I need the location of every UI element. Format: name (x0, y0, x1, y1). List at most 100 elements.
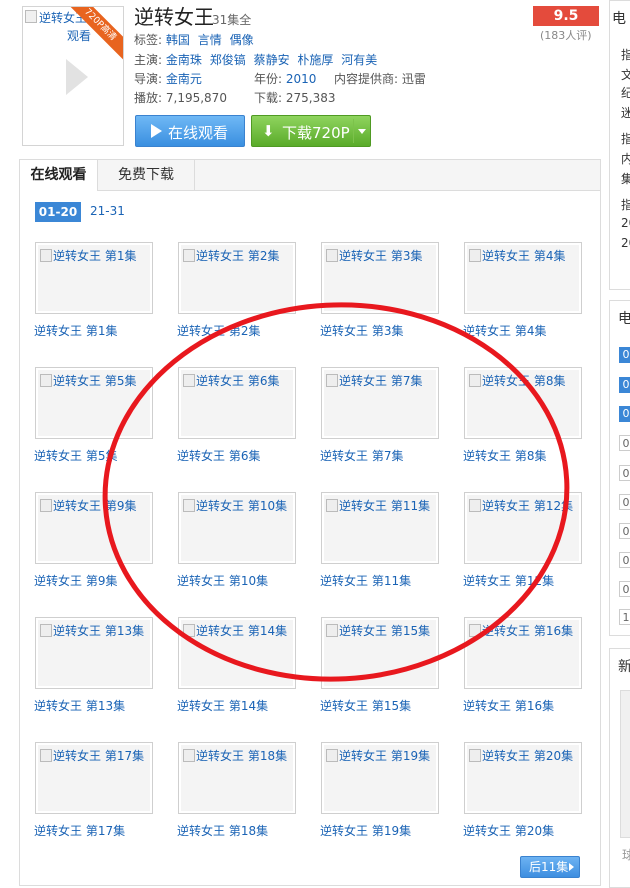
broken-image-icon (326, 249, 338, 262)
episode-thumbnail[interactable]: 逆转女王 第12集 (464, 492, 582, 564)
episode-link[interactable]: 逆转女王 第3集 (320, 322, 403, 339)
episode-item[interactable]: 逆转女王 第17集 逆转女王 第17集 (34, 742, 154, 842)
range-tab-active[interactable]: 01-20 (35, 202, 81, 222)
episode-link[interactable]: 逆转女王 第9集 (34, 572, 117, 589)
episode-link[interactable]: 逆转女王 第2集 (177, 322, 260, 339)
episode-item[interactable]: 逆转女王 第4集 逆转女王 第4集 (463, 242, 583, 342)
episode-link[interactable]: 逆转女王 第12集 (463, 572, 554, 589)
episode-item[interactable]: 逆转女王 第15集 逆转女王 第15集 (320, 617, 440, 717)
tab-download[interactable]: 免费下载 (98, 160, 195, 190)
sidebar-link[interactable]: 内 (621, 150, 630, 167)
year-link[interactable]: 2010 (286, 72, 317, 86)
episode-item[interactable]: 逆转女王 第6集 逆转女王 第6集 (177, 367, 297, 467)
chevron-down-icon[interactable] (358, 129, 366, 134)
cast-link[interactable]: 金南珠 (166, 53, 202, 67)
episode-thumbnail[interactable]: 逆转女王 第5集 (35, 367, 153, 439)
episode-link[interactable]: 逆转女王 第13集 (34, 697, 125, 714)
episode-thumbnail-alt: 逆转女王 第7集 (339, 374, 423, 388)
episode-link[interactable]: 逆转女王 第11集 (320, 572, 411, 589)
episode-link[interactable]: 逆转女王 第8集 (463, 447, 546, 464)
tags-row: 标签: 韩国 言情 偶像 (134, 32, 258, 48)
episode-link[interactable]: 逆转女王 第14集 (177, 697, 268, 714)
watch-online-button[interactable]: 在线观看 (135, 115, 245, 147)
episode-thumbnail[interactable]: 逆转女王 第9集 (35, 492, 153, 564)
episode-item[interactable]: 逆转女王 第20集 逆转女王 第20集 (463, 742, 583, 842)
episode-link[interactable]: 逆转女王 第19集 (320, 822, 411, 839)
sidebar-link[interactable]: 20 (621, 216, 630, 230)
episode-thumbnail[interactable]: 逆转女王 第19集 (321, 742, 439, 814)
episode-link[interactable]: 逆转女王 第7集 (320, 447, 403, 464)
cast-link[interactable]: 蔡静安 (254, 53, 290, 67)
cast-link[interactable]: 朴施厚 (297, 53, 333, 67)
episode-thumbnail[interactable]: 逆转女王 第18集 (178, 742, 296, 814)
sidebar-link[interactable]: 20 (621, 236, 630, 250)
episode-thumbnail[interactable]: 逆转女王 第8集 (464, 367, 582, 439)
episode-item[interactable]: 逆转女王 第12集 逆转女王 第12集 (463, 492, 583, 592)
episodes-total: 31集全 (212, 13, 252, 27)
episode-link[interactable]: 逆转女王 第1集 (34, 322, 117, 339)
episode-thumbnail[interactable]: 逆转女王 第17集 (35, 742, 153, 814)
year-row: 年份: 2010 (254, 71, 320, 87)
episode-thumbnail[interactable]: 逆转女王 第20集 (464, 742, 582, 814)
episode-item[interactable]: 逆转女王 第13集 逆转女王 第13集 (34, 617, 154, 717)
download-button[interactable]: ⬇ 下载720P (251, 115, 371, 147)
episode-thumbnail[interactable]: 逆转女王 第1集 (35, 242, 153, 314)
sidebar-link[interactable]: 集 (621, 170, 630, 187)
episode-item[interactable]: 逆转女王 第10集 逆转女王 第10集 (177, 492, 297, 592)
episode-item[interactable]: 逆转女王 第8集 逆转女王 第8集 (463, 367, 583, 467)
sidebar-link[interactable]: 纪 (621, 84, 630, 101)
broken-image-icon (183, 749, 195, 762)
sidebar-link[interactable]: 迷 (621, 104, 630, 121)
broken-image-icon (469, 749, 481, 762)
rank-number: 1 (619, 609, 630, 625)
episode-link[interactable]: 逆转女王 第6集 (177, 447, 260, 464)
sidebar-thumbnail[interactable] (620, 690, 630, 838)
director-link[interactable]: 金南元 (166, 72, 202, 86)
tag-link[interactable]: 韩国 (166, 33, 190, 47)
poster-image[interactable]: 逆转女王 观看 720P高清 (22, 6, 124, 146)
cast-link[interactable]: 郑俊镐 (210, 53, 246, 67)
tab-online[interactable]: 在线观看 (20, 160, 98, 191)
next-page-button[interactable]: 后11集 (520, 856, 580, 878)
episode-link[interactable]: 逆转女王 第15集 (320, 697, 411, 714)
episode-thumbnail[interactable]: 逆转女王 第3集 (321, 242, 439, 314)
episode-item[interactable]: 逆转女王 第9集 逆转女王 第9集 (34, 492, 154, 592)
tag-link[interactable]: 偶像 (230, 33, 254, 47)
episode-link[interactable]: 逆转女王 第4集 (463, 322, 546, 339)
episode-item[interactable]: 逆转女王 第3集 逆转女王 第3集 (320, 242, 440, 342)
cast-link[interactable]: 河有美 (341, 53, 377, 67)
episode-item[interactable]: 逆转女王 第16集 逆转女王 第16集 (463, 617, 583, 717)
episode-thumbnail-alt: 逆转女王 第14集 (196, 624, 288, 638)
episode-link[interactable]: 逆转女王 第18集 (177, 822, 268, 839)
episode-item[interactable]: 逆转女王 第5集 逆转女王 第5集 (34, 367, 154, 467)
episode-thumbnail[interactable]: 逆转女王 第14集 (178, 617, 296, 689)
episode-link[interactable]: 逆转女王 第20集 (463, 822, 554, 839)
episode-thumbnail[interactable]: 逆转女王 第15集 (321, 617, 439, 689)
episode-thumbnail[interactable]: 逆转女王 第16集 (464, 617, 582, 689)
episode-link[interactable]: 逆转女王 第10集 (177, 572, 268, 589)
rank-number: 0 (619, 465, 630, 481)
sidebar-link[interactable]: 文 (621, 66, 630, 83)
sidebar-text: 指 (621, 48, 630, 62)
episode-item[interactable]: 逆转女王 第18集 逆转女王 第18集 (177, 742, 297, 842)
episode-link[interactable]: 逆转女王 第17集 (34, 822, 125, 839)
episode-item[interactable]: 逆转女王 第7集 逆转女王 第7集 (320, 367, 440, 467)
range-tab[interactable]: 21-31 (90, 204, 125, 218)
provider-label: 内容提供商: (334, 72, 399, 86)
episode-thumbnail[interactable]: 逆转女王 第6集 (178, 367, 296, 439)
episode-link[interactable]: 逆转女王 第5集 (34, 447, 117, 464)
episode-item[interactable]: 逆转女王 第19集 逆转女王 第19集 (320, 742, 440, 842)
episode-thumbnail[interactable]: 逆转女王 第2集 (178, 242, 296, 314)
episode-thumbnail[interactable]: 逆转女王 第7集 (321, 367, 439, 439)
episode-item[interactable]: 逆转女王 第1集 逆转女王 第1集 (34, 242, 154, 342)
episode-thumbnail[interactable]: 逆转女王 第10集 (178, 492, 296, 564)
episode-item[interactable]: 逆转女王 第2集 逆转女王 第2集 (177, 242, 297, 342)
episode-link[interactable]: 逆转女王 第16集 (463, 697, 554, 714)
episode-thumbnail[interactable]: 逆转女王 第4集 (464, 242, 582, 314)
episode-item[interactable]: 逆转女王 第11集 逆转女王 第11集 (320, 492, 440, 592)
episode-thumbnail[interactable]: 逆转女王 第13集 (35, 617, 153, 689)
episode-item[interactable]: 逆转女王 第14集 逆转女王 第14集 (177, 617, 297, 717)
broken-image-icon (40, 374, 52, 387)
tag-link[interactable]: 言情 (198, 33, 222, 47)
episode-thumbnail[interactable]: 逆转女王 第11集 (321, 492, 439, 564)
